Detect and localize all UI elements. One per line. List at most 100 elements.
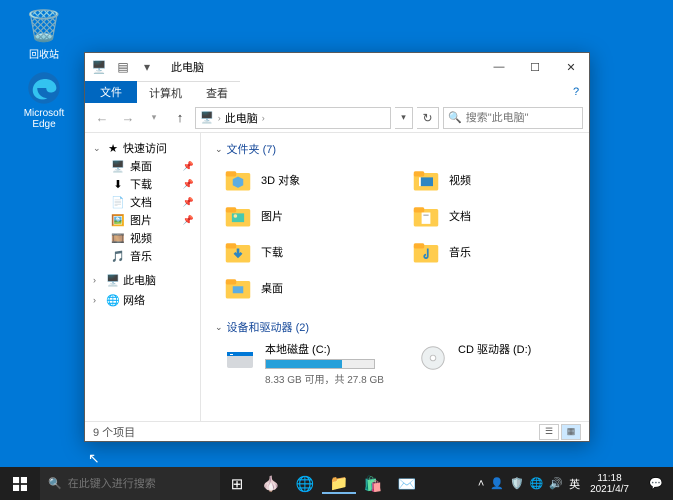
chevron-right-icon: ›: [262, 113, 265, 123]
address-bar[interactable]: 🖥️ › 此电脑 ›: [195, 107, 391, 129]
nav-back-button[interactable]: ←: [91, 107, 113, 129]
folder-downloads[interactable]: 下载: [223, 235, 391, 269]
pc-icon: 🖥️: [200, 111, 214, 124]
close-button[interactable]: ✕: [553, 54, 589, 80]
desktop-icon-edge[interactable]: Microsoft Edge: [14, 70, 74, 130]
qat-properties-icon[interactable]: ▤: [113, 57, 133, 77]
status-bar: 9 个项目 ☰ ▦: [85, 421, 589, 441]
taskbar-search-input[interactable]: [68, 478, 212, 490]
nav-item-music[interactable]: 🎵音乐: [85, 247, 200, 265]
pin-icon: 📌: [183, 197, 194, 208]
maximize-button[interactable]: ☐: [517, 54, 553, 80]
nav-recent-button[interactable]: ▾: [143, 107, 165, 129]
nav-up-button[interactable]: ↑: [169, 107, 191, 129]
star-icon: ★: [106, 141, 120, 155]
taskbar-app-mail[interactable]: ✉️: [390, 475, 424, 493]
nav-item-videos[interactable]: 🎞️视频: [85, 229, 200, 247]
tray-people-icon[interactable]: 👤: [490, 477, 504, 490]
folder-music[interactable]: 音乐: [411, 235, 579, 269]
desktop-icon-label: Microsoft Edge: [14, 108, 74, 130]
address-bar-row: ← → ▾ ↑ 🖥️ › 此电脑 › ▾ ↻ 🔍: [85, 103, 589, 133]
nav-item-documents[interactable]: 📄文档📌: [85, 193, 200, 211]
start-button[interactable]: [0, 467, 40, 500]
tray-network-icon[interactable]: 🌐: [530, 477, 544, 490]
search-icon: 🔍: [48, 477, 62, 490]
tab-file[interactable]: 文件: [85, 81, 137, 103]
nav-quick-access[interactable]: ⌄ ★ 快速访问: [85, 139, 200, 157]
action-center-button[interactable]: 💬: [639, 467, 673, 500]
pictures-icon: 🖼️: [111, 213, 125, 227]
chevron-down-icon: ⌄: [215, 144, 223, 155]
taskbar-search[interactable]: 🔍: [40, 467, 220, 500]
folder-pictures-icon: [223, 201, 253, 231]
help-button[interactable]: ?: [563, 81, 589, 103]
tab-view[interactable]: 查看: [194, 81, 240, 103]
desktop-icon-recycle-bin[interactable]: 🗑️ 回收站: [14, 8, 74, 61]
folder-pictures[interactable]: 图片: [223, 199, 391, 233]
folder-documents[interactable]: 文档: [411, 199, 579, 233]
qat-dropdown-icon[interactable]: ▾: [137, 57, 157, 77]
folder-desktop[interactable]: 桌面: [223, 271, 391, 305]
folder-documents-icon: [411, 201, 441, 231]
view-icons-button[interactable]: ▦: [561, 424, 581, 440]
folder-videos-icon: [411, 165, 441, 195]
drive-d[interactable]: CD 驱动器 (D:): [416, 341, 579, 386]
nav-network[interactable]: › 🌐 网络: [85, 291, 200, 309]
view-details-button[interactable]: ☰: [539, 424, 559, 440]
tab-computer[interactable]: 计算机: [137, 81, 194, 103]
chevron-down-icon: ⌄: [215, 322, 223, 333]
folder-videos[interactable]: 视频: [411, 163, 579, 197]
address-dropdown-button[interactable]: ▾: [395, 107, 413, 129]
search-input[interactable]: [466, 112, 578, 124]
tray-ime-indicator[interactable]: 英: [569, 476, 580, 492]
qat-this-pc-icon[interactable]: 🖥️: [89, 57, 109, 77]
tray-antivirus-icon[interactable]: 🛡️: [510, 477, 524, 490]
desktop-icon-label: 回收站: [14, 46, 74, 61]
folder-desktop-icon: [223, 273, 253, 303]
chevron-down-icon: ⌄: [93, 143, 103, 154]
downloads-icon: ⬇: [111, 177, 125, 191]
search-box[interactable]: 🔍: [443, 107, 583, 129]
music-icon: 🎵: [111, 249, 125, 263]
task-view-button[interactable]: ⊞: [220, 475, 254, 493]
nav-item-desktop[interactable]: 🖥️桌面📌: [85, 157, 200, 175]
nav-this-pc[interactable]: › 🖥️ 此电脑: [85, 271, 200, 289]
search-icon: 🔍: [448, 111, 462, 124]
folder-3d-objects[interactable]: 3D 对象: [223, 163, 391, 197]
navigation-pane: ⌄ ★ 快速访问 🖥️桌面📌 ⬇下载📌 📄文档📌 🖼️图片📌 🎞️视频 🎵音乐 …: [85, 133, 201, 421]
pc-icon: 🖥️: [106, 273, 120, 287]
nav-forward-button[interactable]: →: [117, 107, 139, 129]
taskbar-app-store[interactable]: 🛍️: [356, 475, 390, 493]
taskbar-app-edge[interactable]: 🌐: [288, 475, 322, 493]
taskbar-app-1[interactable]: 🧄: [254, 475, 288, 493]
system-tray: ˄ 👤 🛡️ 🌐 🔊 英 11:18 2021/4/7: [472, 467, 639, 500]
section-folders-header[interactable]: ⌄文件夹 (7): [211, 137, 579, 163]
recycle-bin-icon: 🗑️: [26, 8, 62, 44]
documents-icon: 📄: [111, 195, 125, 209]
ribbon-tabs: 文件 计算机 查看 ?: [85, 81, 589, 103]
chevron-right-icon: ›: [93, 295, 103, 305]
chevron-right-icon: ›: [218, 113, 221, 123]
drive-c[interactable]: 本地磁盘 (C:) 8.33 GB 可用，共 27.8 GB: [223, 341, 386, 386]
pin-icon: 📌: [183, 179, 194, 190]
tray-volume-icon[interactable]: 🔊: [549, 477, 563, 490]
tray-overflow-button[interactable]: ˄: [478, 478, 484, 490]
drive-cd-icon: [416, 341, 450, 375]
drive-name: CD 驱动器 (D:): [458, 341, 579, 357]
section-drives-header[interactable]: ⌄设备和驱动器 (2): [211, 315, 579, 341]
refresh-button[interactable]: ↻: [417, 107, 439, 129]
desktop-icon: 🖥️: [111, 159, 125, 173]
titlebar[interactable]: 🖥️ ▤ ▾ 此电脑 ― ☐ ✕: [85, 53, 589, 81]
taskbar-clock[interactable]: 11:18 2021/4/7: [586, 473, 633, 495]
videos-icon: 🎞️: [111, 231, 125, 245]
nav-item-pictures[interactable]: 🖼️图片📌: [85, 211, 200, 229]
nav-item-downloads[interactable]: ⬇下载📌: [85, 175, 200, 193]
drive-name: 本地磁盘 (C:): [265, 341, 386, 357]
chevron-right-icon: ›: [93, 275, 103, 285]
minimize-button[interactable]: ―: [481, 54, 517, 80]
window-title: 此电脑: [161, 59, 481, 75]
breadcrumb-this-pc[interactable]: 此电脑: [225, 110, 258, 126]
taskbar-app-explorer[interactable]: 📁: [322, 474, 356, 494]
explorer-window: 🖥️ ▤ ▾ 此电脑 ― ☐ ✕ 文件 计算机 查看 ? ← → ▾ ↑ 🖥️ …: [84, 52, 590, 442]
folder-downloads-icon: [223, 237, 253, 267]
